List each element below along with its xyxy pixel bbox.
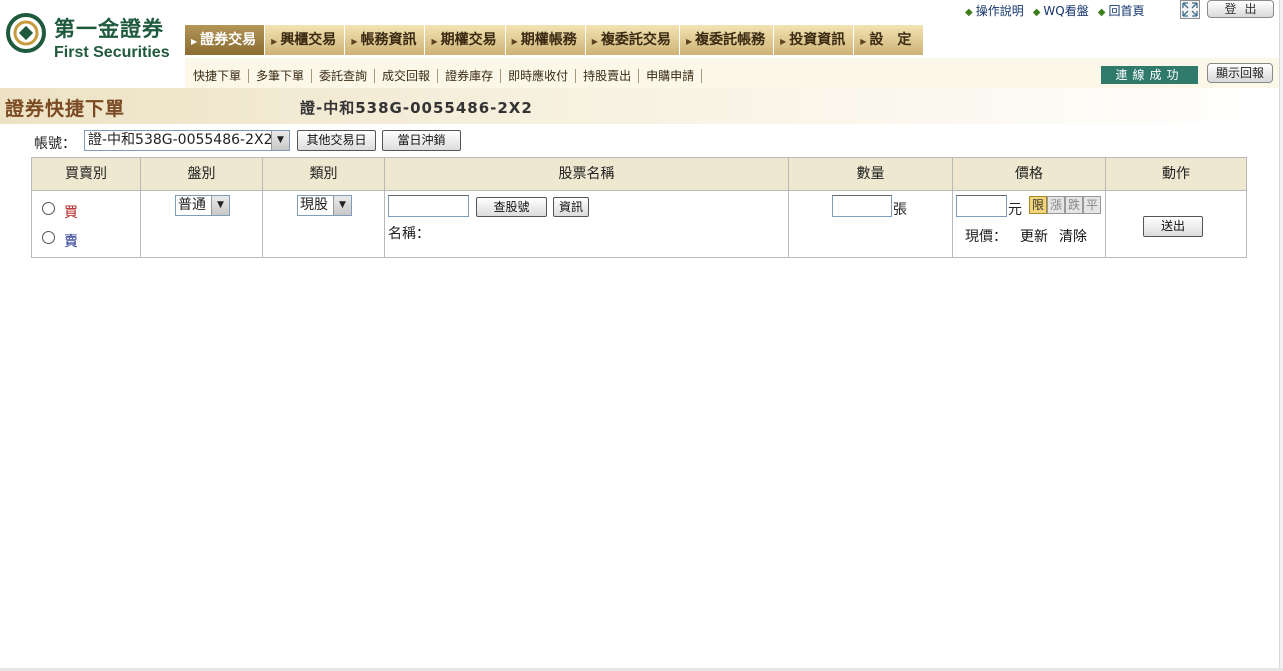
chevron-down-icon[interactable]: ▼ <box>271 131 289 150</box>
arrow-right-icon: ▶ <box>351 37 358 46</box>
sell-label[interactable]: 賣 <box>64 231 78 251</box>
tab-sub-brokerage-trading[interactable]: ▶ 複委託交易 <box>585 25 680 55</box>
cell-stock: 查股號 資訊 名稱： <box>385 191 789 257</box>
cell-action: 送出 <box>1106 191 1246 257</box>
sell-radio[interactable] <box>42 231 55 244</box>
buy-radio[interactable] <box>42 202 55 215</box>
brand-name-en: First Securities <box>54 44 170 61</box>
quantity-input[interactable] <box>832 195 892 217</box>
arrow-right-icon: ▶ <box>191 37 198 46</box>
arrow-right-icon: ▶ <box>431 37 438 46</box>
header-price: 價格 <box>953 158 1106 191</box>
logo-mark-icon <box>6 13 46 53</box>
refresh-price-link[interactable]: 更新 <box>1020 226 1048 246</box>
account-title: 證-中和538G-0055486-2X2 <box>300 99 533 117</box>
price-type-limit-button[interactable]: 限 <box>1029 196 1047 214</box>
price-type-down-button[interactable]: 跌 <box>1065 196 1083 214</box>
arrow-right-icon: ▶ <box>780 37 787 46</box>
price-unit: 元 <box>1008 202 1022 218</box>
arrow-right-icon: ▶ <box>860 37 867 46</box>
header-category: 類別 <box>263 158 385 191</box>
brand-name-zh: 第一金證券 <box>54 17 164 41</box>
cell-quantity: 張 <box>789 191 953 257</box>
tab-futures-trading[interactable]: ▶ 期權交易 <box>425 25 506 55</box>
header-quantity: 數量 <box>789 158 953 191</box>
header-session: 盤別 <box>141 158 263 191</box>
page-title: 證券快捷下單 <box>5 98 126 120</box>
subnav-quick-order[interactable]: 快捷下單 <box>189 69 250 83</box>
quantity-unit: 張 <box>893 202 907 218</box>
buy-label[interactable]: 買 <box>64 202 78 222</box>
scrollbar[interactable] <box>1279 0 1283 671</box>
help-link[interactable]: ◆ 操作說明 <box>965 2 1024 18</box>
title-bar: 證券快捷下單 證-中和538G-0055486-2X2 <box>0 88 1283 124</box>
wq-quote-link[interactable]: ◆ WQ看盤 <box>1033 2 1089 18</box>
tab-emerging-trading[interactable]: ▶ 興櫃交易 <box>265 25 346 55</box>
subnav-subscription[interactable]: 申購申請 <box>639 69 703 83</box>
chevron-down-icon[interactable]: ▼ <box>333 196 351 215</box>
clear-price-link[interactable]: 清除 <box>1059 226 1087 246</box>
cell-category: 現股 ▼ <box>263 191 385 257</box>
sub-nav: 快捷下單 多筆下單 委託查詢 成交回報 證券庫存 即時應收付 持股賣出 申購申請… <box>185 58 1283 88</box>
logout-button[interactable]: 登出 <box>1207 0 1274 18</box>
main-nav: ▶ 證券交易 ▶ 興櫃交易 ▶ 帳務資訊 ▶ 期權交易 ▶ 期權帳務 ▶ 複委託交易 ▶ 複委… <box>185 25 925 55</box>
stock-lookup-button[interactable]: 查股號 <box>476 197 547 217</box>
cell-side: 買 賣 <box>32 191 141 257</box>
subnav-holding-sell[interactable]: 持股賣出 <box>576 69 640 83</box>
stock-code-input[interactable] <box>388 195 469 217</box>
stock-name-label: 名稱： <box>388 226 430 242</box>
chevron-down-icon[interactable]: ▼ <box>211 196 229 215</box>
connection-status-badge: 連線成功 <box>1101 66 1198 84</box>
show-report-button[interactable]: 顯示回報 <box>1207 63 1273 83</box>
stock-info-button[interactable]: 資訊 <box>553 197 589 217</box>
submit-order-button[interactable]: 送出 <box>1143 216 1203 237</box>
header-side: 買賣別 <box>32 158 141 191</box>
subnav-order-query[interactable]: 委託查詢 <box>312 69 376 83</box>
price-type-flat-button[interactable]: 平 <box>1083 196 1101 214</box>
day-trade-offset-button[interactable]: 當日沖銷 <box>382 130 461 151</box>
diamond-icon: ◆ <box>1097 7 1106 18</box>
subnav-inventory[interactable]: 證券庫存 <box>438 69 502 83</box>
arrow-right-icon: ▶ <box>685 37 693 46</box>
header-action: 動作 <box>1106 158 1246 191</box>
current-price-label: 現價： <box>965 229 1007 245</box>
expand-icon[interactable] <box>1180 0 1200 19</box>
arrow-right-icon: ▶ <box>591 37 598 46</box>
tab-sub-brokerage-account[interactable]: ▶ 複委託帳務 <box>679 25 775 55</box>
home-link[interactable]: ◆ 回首頁 <box>1098 2 1145 18</box>
tab-settings[interactable]: ▶ 設 定 <box>854 25 925 55</box>
tab-account-info[interactable]: ▶ 帳務資訊 <box>345 25 426 55</box>
brand-logo[interactable]: 第一金證券 First Securities <box>6 11 182 67</box>
cell-session: 普通 ▼ <box>141 191 263 257</box>
subnav-trade-report[interactable]: 成交回報 <box>375 69 439 83</box>
account-select[interactable]: 證-中和538G-0055486-2X2 ▼ <box>84 130 290 151</box>
tab-investment-info[interactable]: ▶ 投資資訊 <box>774 25 855 55</box>
session-select[interactable]: 普通 ▼ <box>175 195 230 216</box>
price-type-up-button[interactable]: 漲 <box>1047 196 1065 214</box>
price-input[interactable] <box>956 195 1007 217</box>
diamond-icon: ◆ <box>1032 7 1041 18</box>
account-label: 帳號： <box>34 136 76 152</box>
order-table: 買賣別 盤別 類別 股票名稱 數量 價格 動作 買 賣 普通 ▼ 現股 ▼ 查股… <box>31 157 1247 258</box>
other-trading-day-button[interactable]: 其他交易日 <box>297 130 376 151</box>
subnav-multi-order[interactable]: 多筆下單 <box>249 69 313 83</box>
subnav-realtime-settlement[interactable]: 即時應收付 <box>501 69 577 83</box>
tab-securities-trading[interactable]: ▶ 證券交易 <box>185 25 266 55</box>
header-stock-name: 股票名稱 <box>385 158 789 191</box>
arrow-right-icon: ▶ <box>511 37 518 46</box>
tab-futures-account[interactable]: ▶ 期權帳務 <box>505 25 586 55</box>
category-select[interactable]: 現股 ▼ <box>297 195 352 216</box>
arrow-right-icon: ▶ <box>271 37 278 46</box>
cell-price: 元 限 漲 跌 平 現價： 更新 清除 <box>953 191 1106 257</box>
top-links: ◆ 操作說明 ◆ WQ看盤 ◆ 回首頁 <box>965 2 1144 18</box>
diamond-icon: ◆ <box>965 7 973 18</box>
